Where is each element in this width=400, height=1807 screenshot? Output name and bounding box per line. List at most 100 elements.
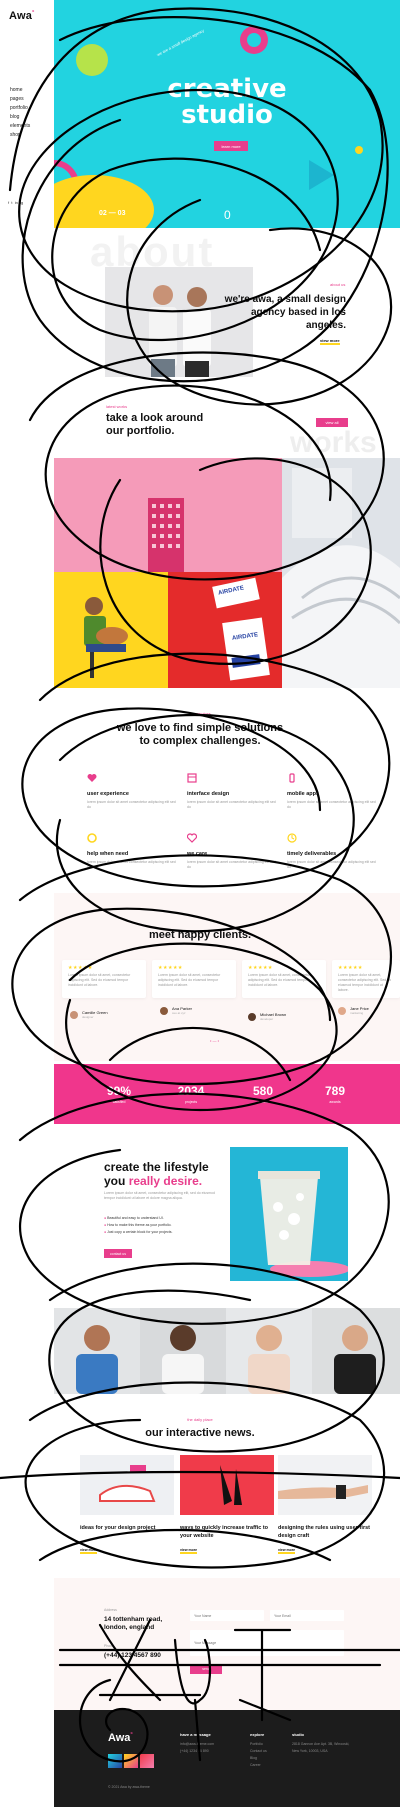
nav-item-elements[interactable]: elements — [10, 122, 30, 131]
service-item[interactable]: interface design lorem ipsum dolor sit a… — [187, 770, 277, 810]
lifestyle-contact-button[interactable]: contact us — [104, 1249, 132, 1258]
testimonial-text: Lorem ipsum dolor sit amet, consectetur … — [68, 973, 131, 987]
footer-link-career[interactable]: Career — [250, 1762, 267, 1769]
message-field[interactable] — [190, 1630, 344, 1656]
testimonial-card: ★★★★★ Lorem ipsum dolor sit amet, consec… — [332, 960, 400, 998]
news-kicker: the daily place — [187, 1417, 213, 1422]
lifestyle-list: ● Beautiful and easy to understand UI. ●… — [104, 1215, 172, 1236]
phone-label: Phone — [104, 1644, 115, 1648]
services-headline: we love to find simple solutions to comp… — [0, 722, 400, 748]
service-item[interactable]: mobile apps lorem ipsum dolor sit amet c… — [287, 770, 377, 810]
author-role: developer — [260, 1017, 274, 1021]
footer-column-title: explore — [250, 1732, 265, 1737]
email-field[interactable] — [270, 1610, 344, 1621]
footer-address-line: 2818 Gannon Ave Apt. 3B, Winooski, — [292, 1742, 350, 1746]
testimonial-pager[interactable]: • — • — [210, 1038, 219, 1043]
logo[interactable]: Awa° — [9, 10, 35, 22]
footer-copyright: © 2021 Awa by awa-theme — [108, 1785, 150, 1789]
contact-send-button[interactable]: send — [190, 1664, 222, 1674]
author-role: marketing — [350, 1011, 364, 1015]
nav-item-portfolio[interactable]: portfolio — [10, 104, 30, 113]
footer-logo[interactable]: Awa° — [108, 1732, 133, 1744]
stat-label: projects — [184, 1100, 198, 1104]
service-item[interactable]: we care lorem ipsum dolor sit amet conse… — [186, 830, 277, 870]
list-item: ● Just copy a certain block for your pro… — [104, 1229, 172, 1236]
nav-item-shop[interactable]: shop — [10, 131, 30, 140]
swatch-image — [140, 1754, 154, 1768]
nav-item-pages[interactable]: pages — [10, 95, 30, 104]
heels-image — [220, 1465, 242, 1505]
linkedin-icon[interactable]: in — [15, 200, 18, 205]
address-value: 14 tottenham road, london, england — [104, 1616, 163, 1631]
nav-item-blog[interactable]: blog — [10, 113, 30, 122]
footer-link-portfolio[interactable]: Portfolio — [250, 1741, 267, 1748]
service-title: interface design — [187, 791, 230, 797]
avatar — [160, 1006, 168, 1015]
logo-text: Awa — [9, 10, 33, 22]
testimonial-card: ★★★★★ Lorem ipsum dolor sit amet, consec… — [242, 960, 326, 998]
twitter-icon[interactable]: t — [11, 200, 12, 205]
news-item[interactable]: ideas for your design project — [80, 1524, 174, 1532]
service-item[interactable]: help when need lorem ipsum dolor sit ame… — [87, 830, 177, 870]
instagram-icon[interactable]: ig — [20, 200, 23, 205]
heart-icon — [87, 774, 97, 782]
lifestyle-headline-accent: really desire. — [128, 1174, 203, 1188]
service-item[interactable]: timely deliverables lorem ipsum dolor si… — [287, 830, 377, 870]
footer-column-title: studio — [292, 1732, 304, 1737]
social-links: f t in ig — [8, 200, 23, 205]
main-nav: home pages portfolio blog elements shop — [10, 86, 30, 140]
footer-phone: (+44) 1234 56 890 — [180, 1749, 209, 1753]
hero-learn-more-button[interactable]: learn more — [214, 141, 248, 151]
portfolio-item-architecture[interactable] — [282, 458, 400, 688]
lifestyle-headline-plain: you — [104, 1174, 126, 1188]
portfolio-item-building[interactable] — [54, 458, 282, 572]
service-title: user experience — [87, 791, 129, 797]
author-role: designer — [82, 1015, 94, 1019]
services-headline-line-1: we love to find simple solutions — [116, 722, 284, 734]
stat-number: 2034 — [177, 1084, 205, 1098]
rating-stars: ★★★★★ — [158, 965, 183, 971]
news-title[interactable]: designing the rules using user-first des… — [278, 1524, 372, 1540]
footer-column-title: have a message — [180, 1732, 211, 1737]
guitarist-image — [84, 597, 128, 678]
news-view-more-link[interactable]: view more — [180, 1548, 198, 1554]
testimonial-text: Lorem ipsum dolor sit amet, consectetur … — [248, 973, 311, 987]
about-view-more-link[interactable]: view more — [320, 338, 340, 345]
news-item[interactable]: designing the rules using user-first des… — [278, 1524, 372, 1540]
swatch-image — [108, 1754, 122, 1768]
service-desc: lorem ipsum dolor sit amet consectetur a… — [187, 860, 276, 869]
news-item[interactable]: ways to quickly increase traffic to your… — [180, 1524, 274, 1540]
news-title[interactable]: ideas for your design project — [80, 1524, 174, 1532]
pink-building-image — [148, 498, 184, 572]
team-photos — [54, 1308, 400, 1394]
news-image[interactable] — [278, 1455, 372, 1515]
green-circle-shape — [76, 44, 108, 76]
footer-email[interactable]: info@awa-theme.com — [180, 1741, 214, 1748]
footer-link-blog[interactable]: Blog — [250, 1755, 267, 1762]
list-item-text: Just copy a certain block for your proje… — [107, 1230, 173, 1234]
news-view-more-link[interactable]: view more — [278, 1548, 296, 1554]
footer-link-contact[interactable]: Contact us — [250, 1748, 267, 1755]
news-image[interactable] — [80, 1455, 174, 1515]
portfolio-item-guitarist[interactable] — [54, 572, 168, 688]
rating-stars: ★★★★★ — [338, 965, 363, 971]
footer-address-line: New York, 10003, USA — [292, 1749, 328, 1753]
news-view-more-link[interactable]: view more — [80, 1548, 98, 1554]
slide-index: 0 — [224, 208, 231, 222]
news-image[interactable] — [180, 1455, 274, 1515]
stat-label: clients — [258, 1100, 268, 1104]
sneaker-image — [99, 1465, 156, 1502]
portfolio-item-airdate[interactable]: AIRDATE AIRDATE — [168, 572, 282, 688]
milkshake-cup-image — [230, 1147, 348, 1281]
facebook-icon[interactable]: f — [8, 200, 9, 205]
testimonial-author: Jane Price marketing — [338, 1006, 369, 1015]
logo-mark: ° — [32, 10, 35, 17]
nav-item-home[interactable]: home — [10, 86, 30, 95]
stat-label: satisfied — [112, 1100, 126, 1104]
news-title[interactable]: ways to quickly increase traffic to your… — [180, 1524, 274, 1540]
portfolio-view-all-button[interactable]: view all — [316, 418, 348, 427]
about-headline: we're awa, a small design agency based i… — [224, 294, 346, 331]
service-item[interactable]: user experience lorem ipsum dolor sit am… — [87, 770, 177, 810]
name-field[interactable] — [190, 1610, 264, 1621]
list-item: ● How to make this theme as your portfol… — [104, 1222, 172, 1229]
